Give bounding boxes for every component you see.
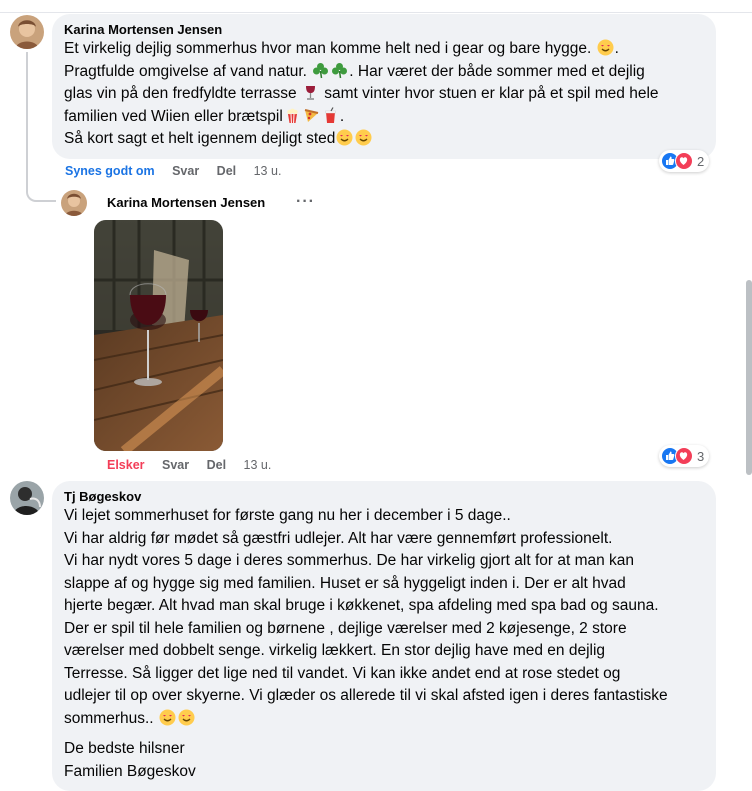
- comment-author[interactable]: Tj Bøgeskov: [64, 489, 704, 504]
- avatar[interactable]: [10, 481, 44, 515]
- comment-timestamp[interactable]: 13 u.: [254, 164, 282, 178]
- pizza-icon: [303, 107, 320, 124]
- like-button[interactable]: Synes godt om: [65, 164, 155, 178]
- reply-button[interactable]: Svar: [172, 164, 199, 178]
- scrollbar-thumb[interactable]: [746, 280, 752, 475]
- comment-line: glas vin på den fredfyldte terrasse: [64, 85, 297, 102]
- smiling-face-hearts-icon: [336, 129, 353, 146]
- reaction-count: 2: [697, 153, 705, 169]
- comment-line: Der er spil til hele familien og børnene…: [64, 619, 627, 637]
- avatar[interactable]: [61, 190, 87, 216]
- more-options-button[interactable]: ···: [296, 193, 315, 211]
- comment-photo[interactable]: [94, 220, 223, 451]
- comment-line: Vi har nydt vores 5 dage i deres sommerh…: [64, 552, 635, 569]
- thread-connector: [26, 52, 28, 182]
- comment-line: De bedste hilsner: [64, 740, 185, 757]
- comment-text: Vi lejet sommerhuset for første gang nu …: [64, 505, 704, 783]
- smiling-face-hearts-icon: [355, 129, 372, 146]
- comment-actions: Elsker Svar Del 13 u.: [107, 458, 285, 472]
- love-button[interactable]: Elsker: [107, 458, 145, 472]
- share-button[interactable]: Del: [217, 164, 236, 178]
- comment-line: Pragtfulde omgivelse af vand natur.: [64, 62, 307, 80]
- comment-line: slappe af og hygge sig med familien. Hus…: [64, 574, 626, 592]
- smiling-face-hearts-icon: [178, 709, 195, 726]
- comment-line: værelser med dobbelt senge. virkelig læk…: [64, 642, 606, 659]
- comment-line: udlejer til op over skyerne. Vi glæder o…: [64, 687, 668, 704]
- reaction-summary[interactable]: 2: [659, 150, 710, 172]
- reply-author[interactable]: Karina Mortensen Jensen: [107, 195, 265, 210]
- comment-bubble: Karina Mortensen Jensen Et virkelig dejl…: [52, 14, 716, 159]
- comment-author[interactable]: Karina Mortensen Jensen: [64, 22, 704, 37]
- shamrock-icon: [331, 62, 348, 79]
- comment-line: Så kort sagt et helt igennem dejligt ste…: [64, 130, 336, 147]
- comment-line: Vi lejet sommerhuset for første gang nu …: [64, 507, 511, 524]
- comment-line: Et virkelig dejlig sommerhus hvor man ko…: [64, 40, 592, 57]
- comment-line: . Har været der både sommer med et dejli…: [349, 62, 645, 80]
- wine-glass-icon: [302, 84, 319, 101]
- soft-drink-cup-icon: [322, 106, 339, 124]
- comment-line: Terresse. Så ligger det lige ned til van…: [64, 664, 621, 682]
- comment-line: sommerhus..: [64, 709, 154, 727]
- reaction-summary[interactable]: 3: [659, 445, 710, 467]
- love-reaction-icon: [675, 447, 693, 465]
- comment-bubble: Tj Bøgeskov Vi lejet sommerhuset for før…: [52, 481, 716, 791]
- smiling-face-hearts-icon: [159, 709, 176, 726]
- comment-actions: Synes godt om Svar Del 13 u.: [65, 164, 295, 178]
- smiling-face-hearts-icon: [597, 39, 614, 56]
- popcorn-icon: [284, 107, 301, 124]
- comment-line: hjerte begær. Alt hvad man skal bruge i …: [64, 597, 659, 614]
- share-button[interactable]: Del: [207, 458, 226, 472]
- comment-line: familien ved Wiien eller brætspil: [64, 107, 283, 125]
- love-reaction-icon: [675, 152, 693, 170]
- avatar[interactable]: [10, 15, 44, 49]
- comment-line: samt vinter hvor stuen er klar på et spi…: [324, 85, 659, 102]
- reply-button[interactable]: Svar: [162, 458, 189, 472]
- thread-connector: [26, 180, 56, 202]
- comment-text: Et virkelig dejlig sommerhus hvor man ko…: [64, 39, 659, 147]
- reaction-count: 3: [697, 448, 705, 464]
- top-divider: [0, 0, 752, 13]
- comment-timestamp[interactable]: 13 u.: [244, 458, 272, 472]
- comment-line: Vi har aldrig før mødet så gæstfri udlej…: [64, 529, 613, 547]
- shamrock-icon: [312, 62, 329, 79]
